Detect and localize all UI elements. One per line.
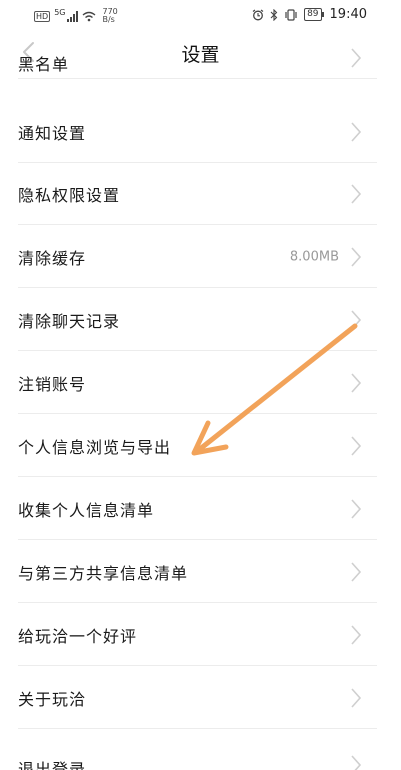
chevron-right-icon bbox=[351, 48, 362, 68]
settings-item-clear-chat[interactable]: 清除聊天记录 bbox=[18, 289, 377, 351]
settings-item-label: 给玩洽一个好评 bbox=[18, 626, 138, 646]
settings-item-label: 清除缓存 bbox=[18, 248, 87, 268]
cache-size-value: 8.00MB bbox=[289, 249, 339, 264]
settings-item-clear-cache[interactable]: 清除缓存 8.00MB bbox=[18, 226, 377, 288]
status-bar: HD 5G 770 B/s 89 19:40 bbox=[0, 0, 401, 30]
settings-item-label: 清除聊天记录 bbox=[18, 311, 121, 331]
settings-item-label: 与第三方共享信息清单 bbox=[18, 563, 189, 583]
settings-item-label: 关于玩洽 bbox=[18, 689, 87, 709]
wifi-icon bbox=[83, 11, 96, 21]
bluetooth-icon bbox=[270, 8, 278, 21]
chevron-right-icon bbox=[351, 372, 362, 393]
chevron-right-icon bbox=[351, 309, 362, 330]
settings-item-blacklist[interactable]: 黑名单 bbox=[18, 39, 377, 79]
signal-icon bbox=[67, 10, 79, 22]
settings-item-label: 收集个人信息清单 bbox=[18, 500, 155, 520]
signal-tech-label: 5G bbox=[54, 8, 66, 17]
settings-item-label: 隐私权限设置 bbox=[18, 185, 121, 205]
settings-item-personal-info-export[interactable]: 个人信息浏览与导出 bbox=[18, 415, 377, 477]
chevron-right-icon bbox=[351, 121, 362, 142]
status-right: 89 19:40 bbox=[252, 7, 367, 22]
chevron-right-icon bbox=[351, 183, 362, 204]
status-left: HD 5G 770 B/s bbox=[34, 8, 118, 24]
settings-item-logout[interactable]: 退出登录 bbox=[18, 730, 377, 770]
chevron-right-icon bbox=[351, 755, 362, 770]
chevron-right-icon bbox=[351, 687, 362, 708]
chevron-right-icon bbox=[351, 561, 362, 582]
vibrate-icon bbox=[285, 8, 297, 21]
settings-item-label: 黑名单 bbox=[18, 55, 70, 74]
clock: 19:40 bbox=[329, 7, 367, 22]
settings-item-collected-info-list[interactable]: 收集个人信息清单 bbox=[18, 478, 377, 540]
settings-item-rate-app[interactable]: 给玩洽一个好评 bbox=[18, 604, 377, 666]
settings-item-label: 注销账号 bbox=[18, 374, 87, 394]
settings-item-notification[interactable]: 通知设置 bbox=[18, 101, 377, 163]
battery-level: 89 bbox=[304, 8, 322, 21]
settings-item-privacy[interactable]: 隐私权限设置 bbox=[18, 163, 377, 225]
chevron-right-icon bbox=[351, 498, 362, 519]
settings-item-about[interactable]: 关于玩洽 bbox=[18, 667, 377, 729]
chevron-right-icon bbox=[351, 624, 362, 645]
battery-icon: 89 bbox=[304, 8, 324, 21]
net-speed-unit: B/s bbox=[102, 15, 115, 24]
settings-item-delete-account[interactable]: 注销账号 bbox=[18, 352, 377, 414]
chevron-right-icon bbox=[351, 246, 362, 267]
net-speed: 770 B/s bbox=[102, 8, 117, 24]
hd-badge: HD bbox=[34, 10, 51, 22]
settings-item-label: 通知设置 bbox=[18, 123, 87, 143]
chevron-right-icon bbox=[351, 435, 362, 456]
settings-item-label: 退出登录 bbox=[18, 760, 87, 770]
alarm-icon bbox=[252, 9, 264, 20]
settings-item-third-party-share-list[interactable]: 与第三方共享信息清单 bbox=[18, 541, 377, 603]
settings-item-label: 个人信息浏览与导出 bbox=[18, 437, 172, 457]
